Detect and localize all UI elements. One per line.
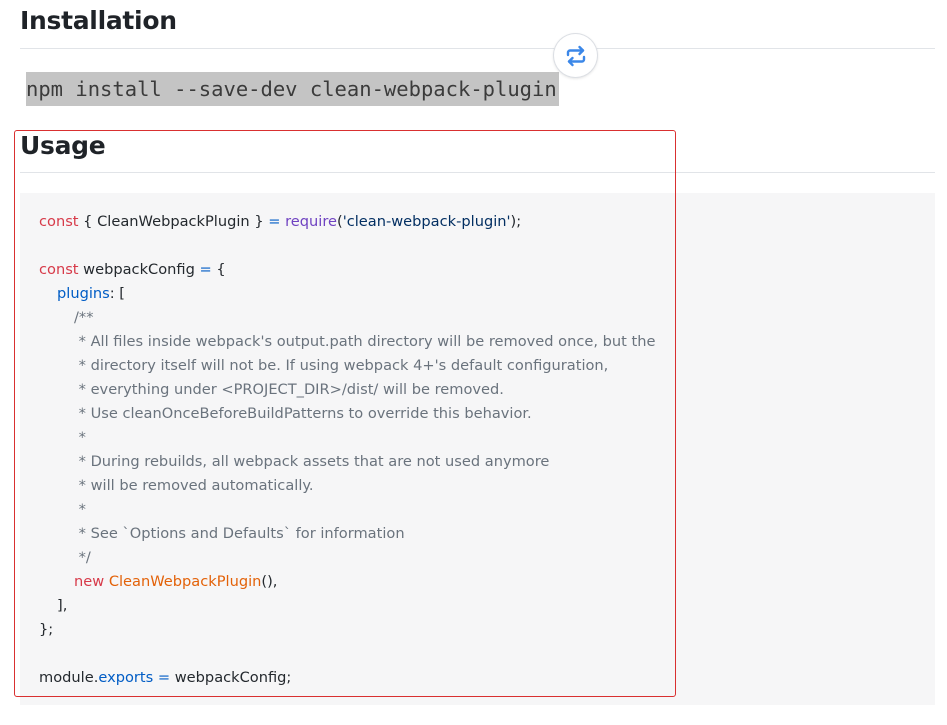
heading-divider (20, 172, 935, 173)
code-token: = (268, 213, 281, 230)
install-command: npm install --save-dev clean-webpack-plu… (26, 72, 559, 106)
code-line: new CleanWebpackPlugin(), (74, 570, 277, 594)
code-token: = (199, 261, 212, 278)
code-block: const { CleanWebpackPlugin } = require('… (20, 193, 935, 705)
code-line: const webpackConfig = { (39, 258, 226, 282)
code-token: plugins (57, 285, 110, 302)
code-comment-line: * (74, 429, 86, 446)
code-comment-line: * Use cleanOnceBeforeBuildPatterns to ov… (74, 405, 532, 422)
code-token: = (157, 669, 171, 686)
code-token: require (285, 213, 338, 230)
code-token: const (39, 261, 79, 278)
code-comment-line: * everything under <PROJECT_DIR>/dist/ w… (74, 381, 504, 398)
swap-arrows-icon (565, 45, 587, 67)
code-line: plugins: [ (57, 282, 125, 306)
code-line: ], (57, 597, 68, 614)
code-token: module. (39, 669, 99, 686)
code-comment-line: * directory itself will not be. If using… (74, 357, 609, 374)
code-token: webpackConfig (78, 261, 200, 278)
code-token: webpackConfig; (170, 669, 292, 686)
code-token: 'clean-webpack-plugin' (342, 213, 511, 230)
code-line: const { CleanWebpackPlugin } = require('… (39, 210, 521, 234)
code-token: : [ (109, 285, 125, 302)
code-token: (), (261, 573, 278, 590)
code-line: }; (39, 621, 54, 638)
code-comment-line: * During rebuilds, all webpack assets th… (74, 453, 550, 470)
code-comment-line: * See `Options and Defaults` for informa… (74, 525, 405, 542)
code-token: exports (98, 669, 154, 686)
heading-divider (20, 48, 935, 49)
code-token: ); (510, 213, 522, 230)
code-token: { CleanWebpackPlugin } (78, 213, 269, 230)
installation-heading: Installation (20, 6, 177, 35)
code-comment-line: * will be removed automatically. (74, 477, 314, 494)
code-comment-line: * All files inside webpack's output.path… (74, 333, 656, 350)
code-token: new (74, 573, 105, 590)
code-token: CleanWebpackPlugin (108, 573, 262, 590)
code-comment-line: */ (74, 549, 91, 566)
code-line: module.exports = webpackConfig; (39, 666, 291, 690)
code-token: const (39, 213, 79, 230)
code-comment-line: /** (74, 309, 94, 326)
code-token: { (211, 261, 226, 278)
usage-heading: Usage (20, 131, 106, 160)
code-comment-line: * (74, 501, 86, 518)
swap-button[interactable] (554, 34, 597, 77)
